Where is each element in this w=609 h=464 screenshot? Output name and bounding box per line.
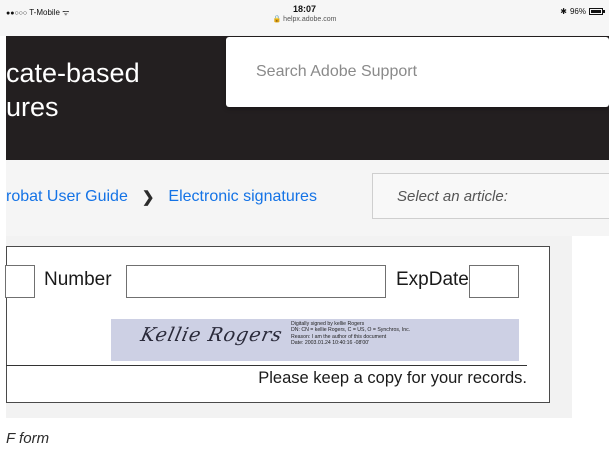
- form-field-partial: [5, 265, 35, 298]
- breadcrumb-bar: robat User Guide ❯ Electronic signatures…: [6, 160, 609, 236]
- status-right: ✱ 96%: [560, 7, 605, 16]
- page-title: cate-based ures: [6, 58, 140, 122]
- bluetooth-icon: ✱: [560, 7, 567, 16]
- status-bar: ●●○○○ T-Mobile ᯤ 18:07 🔒 helpx.adobe.com…: [0, 0, 609, 36]
- pdf-form-preview: Number ExpDate Kellie Rogers Digitally s…: [5, 246, 550, 403]
- breadcrumb-link-user-guide[interactable]: robat User Guide: [6, 188, 128, 206]
- number-field: [126, 265, 386, 298]
- search-input[interactable]: [226, 37, 609, 107]
- figure-caption: F form: [6, 430, 50, 447]
- battery-icon: [589, 8, 605, 15]
- divider: [6, 365, 527, 366]
- records-note: Please keep a copy for your records.: [258, 369, 527, 387]
- status-center: 18:07 🔒 helpx.adobe.com: [0, 4, 609, 23]
- status-time: 18:07: [292, 4, 317, 14]
- signature-line: DN: CN = kellie Rogers, C = US, O = Sync…: [291, 327, 411, 334]
- battery-percent: 96%: [569, 7, 586, 16]
- expdate-label: ExpDate: [396, 269, 469, 290]
- signature-line: Date: 2003.01.24 10:40:16 -08'00': [291, 339, 370, 346]
- breadcrumb: robat User Guide ❯ Electronic signatures: [6, 188, 317, 206]
- search-box[interactable]: [226, 37, 609, 107]
- address-url: helpx.adobe.com: [283, 16, 337, 23]
- chevron-right-icon: ❯: [141, 189, 155, 206]
- lock-icon: 🔒: [272, 16, 282, 23]
- figure-image: Number ExpDate Kellie Rogers Digitally s…: [5, 236, 572, 418]
- handwritten-signature: Kellie Rogers: [138, 324, 285, 346]
- expdate-field: [469, 265, 519, 298]
- address-bar[interactable]: 🔒 helpx.adobe.com: [0, 15, 609, 23]
- digital-signature: Kellie Rogers Digitally signed by kellie…: [111, 319, 519, 361]
- page-header: cate-based ures: [6, 36, 609, 160]
- article-select[interactable]: Select an article:: [372, 173, 609, 219]
- number-label: Number: [44, 269, 112, 290]
- signature-details: Digitally signed by kellie Rogers DN: CN…: [291, 321, 410, 346]
- breadcrumb-link-electronic-signatures[interactable]: Electronic signatures: [168, 188, 317, 206]
